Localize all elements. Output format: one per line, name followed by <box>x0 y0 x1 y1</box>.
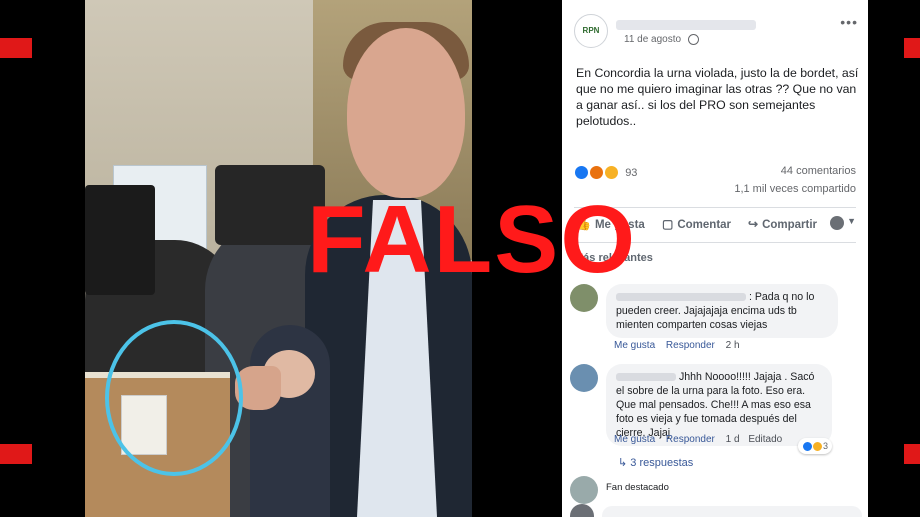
red-frame-marker-right-top <box>904 38 920 58</box>
comment-button[interactable]: ▢ Comentar <box>662 217 731 231</box>
share-button-label: Compartir <box>762 219 818 231</box>
comment-time[interactable]: 1 d <box>726 434 740 445</box>
comment-like-link[interactable]: Me gusta <box>614 434 655 445</box>
comment-actions: Me gusta Responder 2 h <box>614 340 740 351</box>
post-meta: 11 de agosto <box>624 34 699 45</box>
comment-bubble: : Pada q no lo pueden creer. Jajajajaja … <box>606 284 838 338</box>
comment-actions: Me gusta Responder 1 d Editado <box>614 434 782 445</box>
more-icon[interactable]: ••• <box>840 14 858 30</box>
commenter-name-redacted[interactable] <box>616 293 746 302</box>
video-camera-left <box>85 185 155 295</box>
shares-count[interactable]: 1,1 mil veces compartido <box>734 183 856 195</box>
post-text: En Concordia la urna violada, justo la d… <box>576 66 859 128</box>
comments-count[interactable]: 44 comentarios <box>781 165 856 177</box>
page-avatar[interactable]: RPN <box>574 14 608 48</box>
comment-time[interactable]: 2 h <box>726 340 740 351</box>
reactions-summary[interactable]: 93 <box>574 165 637 180</box>
falso-stamp: FALSO <box>306 186 637 293</box>
commenter-avatar[interactable] <box>570 364 598 392</box>
globe-icon <box>687 34 699 45</box>
top-fan-badge: Fan destacado <box>606 482 669 493</box>
share-icon: ↪ <box>748 217 759 231</box>
commenter-name-redacted[interactable] <box>616 373 676 382</box>
red-frame-marker-right-bottom <box>904 444 920 464</box>
commenter-avatar[interactable] <box>570 476 598 504</box>
write-comment-input[interactable] <box>602 506 862 517</box>
view-replies-link[interactable]: ↳ 3 respuestas <box>618 456 693 469</box>
comment-reply-link[interactable]: Responder <box>666 340 715 351</box>
angry-reaction-icon <box>589 165 605 180</box>
comment-reply-link[interactable]: Responder <box>666 434 715 445</box>
comment-edited-label[interactable]: Editado <box>748 434 782 445</box>
comment-reaction-count: 3 <box>822 441 828 451</box>
comment-item: Jhhh Noooo!!!!! Jajaja . Sacó el sobre d… <box>570 364 862 454</box>
comment-text: Jhhh Noooo!!!!! Jajaja . Sacó el sobre d… <box>616 371 815 439</box>
current-user-avatar <box>570 504 594 517</box>
red-frame-marker-left-bottom <box>0 444 32 464</box>
like-reaction-icon <box>801 441 813 453</box>
page-logo-text: RPN <box>582 26 600 35</box>
comment-button-label: Comentar <box>677 219 732 231</box>
comment-item: : Pada q no lo pueden creer. Jajajajaja … <box>570 284 862 351</box>
reply-arrow-icon: ↳ <box>618 457 628 469</box>
post-header: RPN 11 de agosto ••• <box>574 14 858 50</box>
like-reaction-icon <box>574 165 589 180</box>
comment-reactions[interactable]: 3 <box>797 438 832 454</box>
reaction-count: 93 <box>625 166 638 179</box>
chevron-down-icon[interactable]: ▼ <box>847 216 856 226</box>
comment-like-link[interactable]: Me gusta <box>614 340 655 351</box>
write-comment-bar <box>570 504 862 517</box>
wow-reaction-icon <box>604 165 620 180</box>
page-name-redacted <box>616 20 756 30</box>
highlight-circle <box>105 320 243 476</box>
red-frame-marker-left-top <box>0 38 32 58</box>
replies-label: 3 respuestas <box>630 457 694 469</box>
post-date[interactable]: 11 de agosto <box>624 34 681 45</box>
share-button[interactable]: ↪ Compartir <box>748 217 817 231</box>
politician-face <box>347 28 465 198</box>
post-as-avatar[interactable] <box>830 216 844 230</box>
haha-reaction-icon <box>812 441 824 453</box>
